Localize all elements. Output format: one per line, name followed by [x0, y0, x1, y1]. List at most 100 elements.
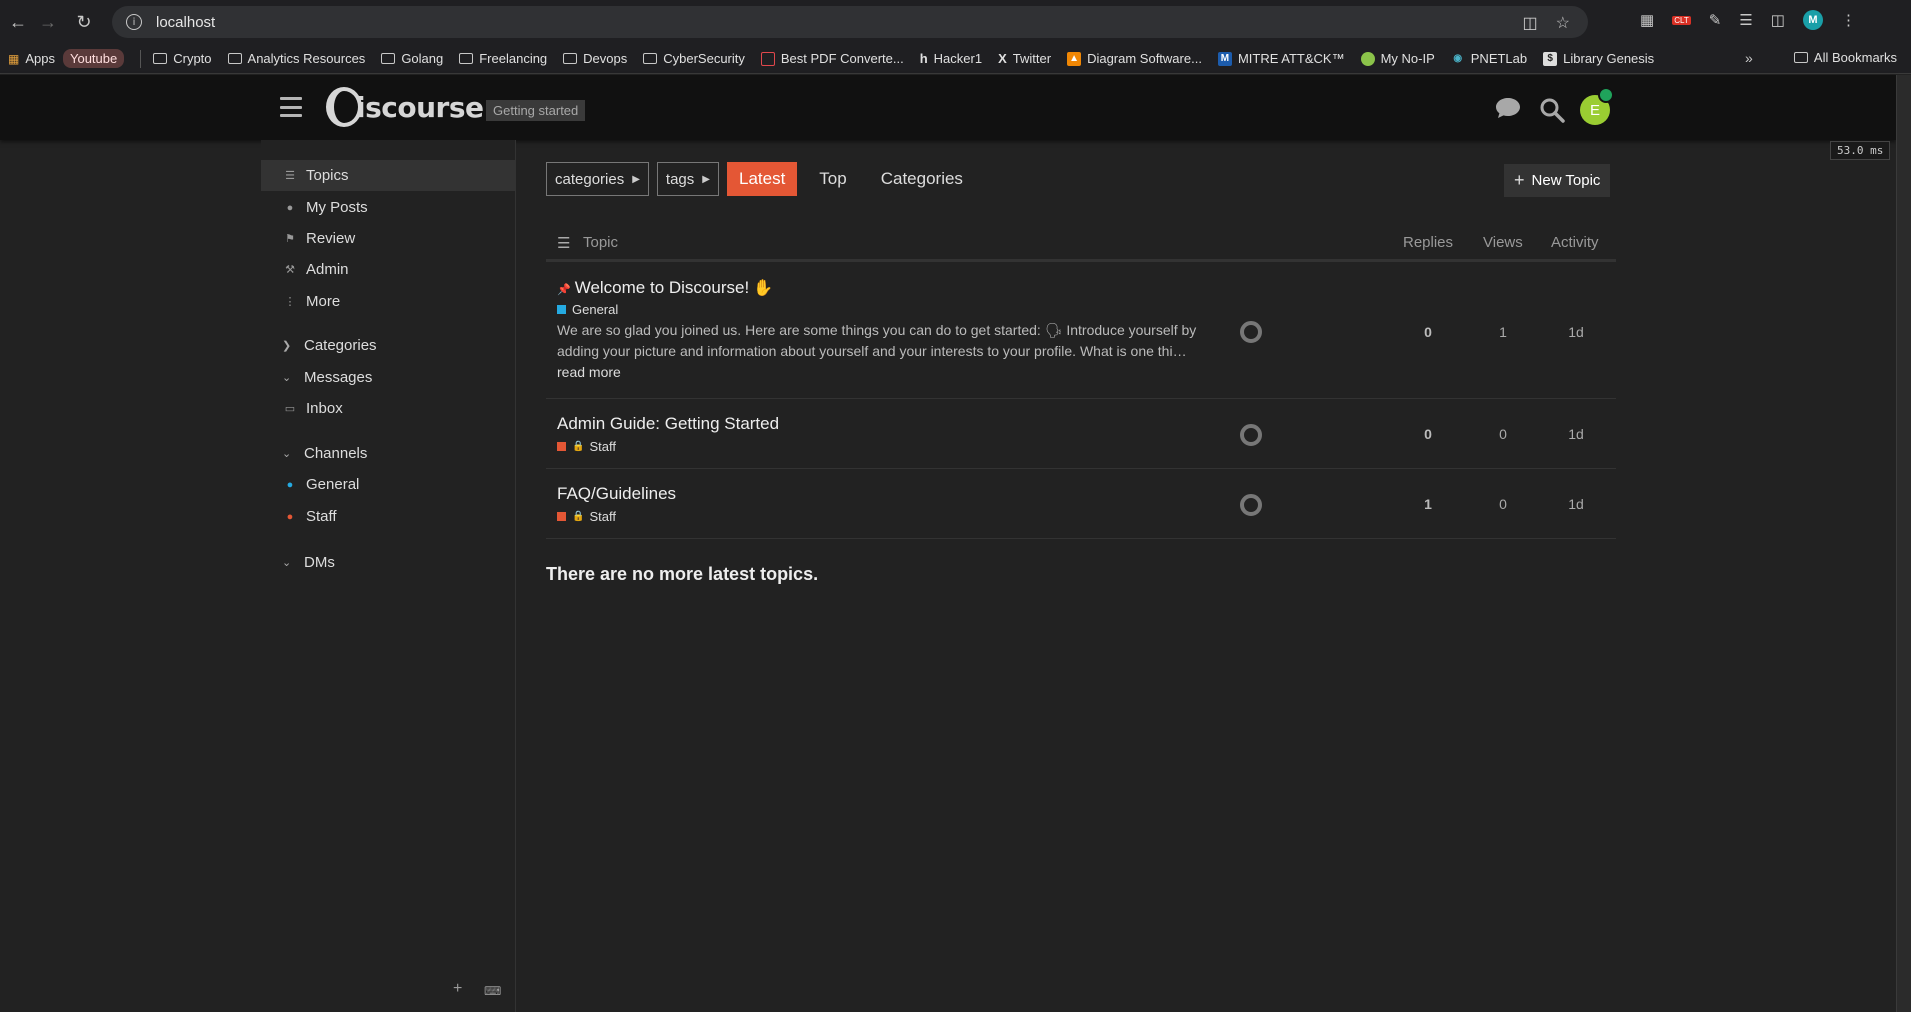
- category-badge[interactable]: 🔒 Staff: [557, 439, 616, 454]
- topic-title[interactable]: Admin Guide: Getting Started: [557, 414, 779, 434]
- bookmark-twitter[interactable]: X Twitter: [998, 51, 1051, 66]
- bookmark-freelancing[interactable]: Freelancing: [459, 51, 547, 66]
- sidebar-item-admin[interactable]: ⚒ Admin: [261, 254, 515, 285]
- extension-badge[interactable]: CLT: [1672, 15, 1691, 25]
- keyboard-icon[interactable]: ⌨: [484, 984, 501, 998]
- search-icon[interactable]: [1539, 97, 1565, 123]
- table-row: Admin Guide: Getting Started 🔒 Staff 0 0 …: [546, 399, 1616, 469]
- hacker1-icon: h: [919, 51, 928, 66]
- bookmark-devops[interactable]: Devops: [563, 51, 627, 66]
- bookmark-pdf[interactable]: Best PDF Converte...: [760, 51, 904, 66]
- activity-age[interactable]: 1d: [1556, 496, 1596, 512]
- category-badge[interactable]: General: [557, 302, 618, 317]
- extensions-puzzle-icon[interactable]: ✎: [1709, 11, 1722, 29]
- url-text[interactable]: localhost: [156, 14, 215, 31]
- bookmark-libgen[interactable]: $ Library Genesis: [1543, 51, 1654, 66]
- activity-age[interactable]: 1d: [1556, 426, 1596, 442]
- folder-icon: [643, 53, 658, 64]
- views-count: 0: [1499, 426, 1507, 442]
- poster-avatar[interactable]: [1240, 321, 1262, 343]
- tab-categories[interactable]: Categories: [869, 162, 975, 196]
- tab-top[interactable]: Top: [807, 162, 858, 196]
- category-color-square: [557, 512, 566, 521]
- site-info-icon[interactable]: i: [126, 14, 142, 30]
- tags-dropdown[interactable]: tags ▶: [656, 162, 719, 196]
- chevron-down-icon: ⌄: [282, 557, 292, 569]
- bookmark-youtube[interactable]: Youtube: [62, 49, 125, 68]
- more-bookmarks-icon[interactable]: »: [1745, 50, 1753, 66]
- address-bar[interactable]: i localhost ◫ ☆: [112, 6, 1588, 38]
- libgen-icon: $: [1543, 51, 1558, 66]
- header-views[interactable]: Views: [1483, 234, 1523, 251]
- replies-count[interactable]: 1: [1408, 496, 1448, 512]
- bookmark-diagram[interactable]: ▲ Diagram Software...: [1067, 51, 1202, 66]
- bookmark-pnetlab[interactable]: ◉ PNETLab: [1451, 51, 1527, 66]
- sidebar-item-channel-staff[interactable]: ● Staff: [261, 501, 515, 532]
- site-header: iscourse Getting started E: [0, 75, 1896, 140]
- bookmark-star-icon[interactable]: ☆: [1556, 13, 1570, 33]
- poster-avatar[interactable]: [1240, 494, 1262, 516]
- topic-title[interactable]: 📌 Welcome to Discourse! ✋: [557, 278, 773, 298]
- bookmark-cybersecurity[interactable]: CyberSecurity: [643, 51, 745, 66]
- sidebar-item-my-posts[interactable]: ● My Posts: [261, 192, 515, 223]
- topic-title[interactable]: FAQ/Guidelines: [557, 484, 676, 504]
- profiler-timing[interactable]: 53.0 ms: [1830, 141, 1891, 160]
- sidebar-section-messages[interactable]: ⌄ Messages: [261, 362, 515, 393]
- list-icon[interactable]: ☰: [557, 234, 570, 252]
- qr-extension-icon[interactable]: ▦: [1640, 11, 1654, 29]
- tab-latest[interactable]: Latest: [726, 162, 798, 196]
- getting-started-badge[interactable]: Getting started: [486, 100, 586, 121]
- notification-badge[interactable]: [1598, 87, 1614, 103]
- bookmark-crypto[interactable]: Crypto: [153, 51, 212, 66]
- sidebar-item-channel-general[interactable]: ● General: [261, 469, 515, 500]
- read-more-link[interactable]: read more: [557, 364, 621, 380]
- header-activity[interactable]: Activity: [1551, 234, 1599, 251]
- hamburger-menu-icon[interactable]: [280, 97, 302, 117]
- sidebar-item-more[interactable]: ⋮ More: [261, 286, 515, 317]
- install-app-icon[interactable]: ◫: [1523, 13, 1538, 33]
- bookmark-golang[interactable]: Golang: [381, 51, 443, 66]
- bookmark-hacker1[interactable]: h Hacker1: [920, 51, 982, 66]
- pin-icon: 📌: [557, 284, 571, 296]
- activity-age[interactable]: 1d: [1556, 324, 1596, 340]
- replies-count[interactable]: 0: [1408, 324, 1448, 340]
- mitre-icon: M: [1217, 51, 1232, 66]
- sidebar-section-categories[interactable]: ❯ Categories: [261, 330, 515, 361]
- sidebar-item-inbox[interactable]: ▭ Inbox: [261, 393, 515, 424]
- replies-count[interactable]: 0: [1408, 426, 1448, 442]
- category-badge[interactable]: 🔒 Staff: [557, 509, 616, 524]
- bookmark-separator: [140, 49, 142, 68]
- sidebar-item-review[interactable]: ⚑ Review: [261, 223, 515, 254]
- folder-icon: [227, 53, 242, 64]
- forward-icon[interactable]: →: [30, 4, 66, 40]
- discourse-logo[interactable]: iscourse: [326, 87, 484, 127]
- sidebar-section-dms[interactable]: ⌄ DMs: [261, 547, 515, 578]
- bookmark-noip[interactable]: My No-IP: [1360, 51, 1435, 66]
- header-topic[interactable]: Topic: [583, 234, 618, 251]
- side-panel-icon[interactable]: ◫: [1771, 11, 1785, 29]
- categories-dropdown[interactable]: categories ▶: [546, 162, 649, 196]
- add-section-icon[interactable]: +: [453, 980, 462, 998]
- no-more-topics-message: There are no more latest topics.: [546, 564, 819, 584]
- sidebar-section-channels[interactable]: ⌄ Channels: [261, 438, 515, 469]
- bookmark-apps[interactable]: ▦ Apps: [8, 51, 55, 66]
- user-icon: ●: [286, 201, 294, 214]
- bookmark-mitre[interactable]: M MITRE ATT&CK™: [1217, 51, 1345, 66]
- chat-icon[interactable]: [1495, 97, 1521, 119]
- chevron-right-icon: ❯: [282, 340, 292, 352]
- reload-icon[interactable]: ↻: [66, 4, 102, 40]
- browser-menu-icon[interactable]: ⋮: [1841, 11, 1856, 29]
- header-replies[interactable]: Replies: [1403, 234, 1453, 251]
- poster-avatar[interactable]: [1240, 424, 1262, 446]
- all-bookmarks[interactable]: All Bookmarks: [1793, 50, 1897, 65]
- pnetlab-icon: ◉: [1453, 53, 1463, 64]
- bookmarks-bar: ▦ Apps Youtube Crypto Analytics Resources…: [0, 44, 1911, 74]
- media-control-icon[interactable]: ☰: [1739, 11, 1752, 29]
- bookmark-analytics[interactable]: Analytics Resources: [227, 51, 365, 66]
- new-topic-button[interactable]: + New Topic: [1504, 164, 1611, 197]
- profile-avatar[interactable]: M: [1802, 10, 1823, 30]
- folder-icon: [381, 53, 396, 64]
- sidebar: ☰ Topics ● My Posts ⚑ Review ⚒ Admin ⋮ More ❯…: [261, 140, 516, 1012]
- sidebar-item-topics[interactable]: ☰ Topics: [261, 160, 515, 191]
- page-scrollbar[interactable]: [1896, 75, 1911, 1012]
